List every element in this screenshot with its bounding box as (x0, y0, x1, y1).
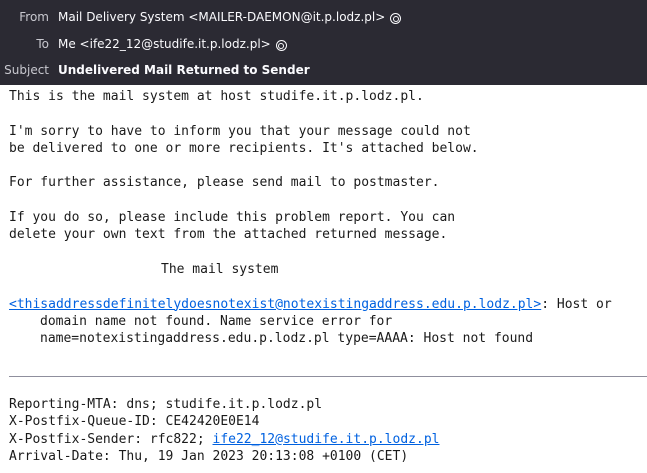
sender-prefix: X-Postfix-Sender: rfc822; (9, 431, 213, 447)
subject-row: Subject Undelivered Mail Returned to Sen… (0, 57, 647, 83)
message-body: This is the mail system at host studife.… (9, 88, 645, 347)
from-value[interactable]: Mail Delivery System <MAILER-DAEMON@it.p… (58, 10, 402, 25)
subject-value: Undelivered Mail Returned to Sender (58, 63, 310, 77)
arrival-date: Arrival-Date: Thu, 19 Jan 2023 20:13:08 … (9, 448, 409, 464)
signature-line: The mail system (161, 261, 279, 277)
from-label: From (19, 10, 49, 24)
from-address[interactable]: Mail Delivery System <MAILER-DAEMON@it.p… (58, 10, 385, 24)
error-detail-line: domain name not found. Name service erro… (40, 313, 393, 329)
delivery-report: Reporting-MTA: dns; studife.it.p.lodz.pl… (9, 396, 645, 465)
to-label: To (36, 37, 49, 51)
sender-link[interactable]: ife22_12@studife.it.p.lodz.pl (213, 432, 440, 447)
subject-label: Subject (4, 63, 49, 77)
error-line: <thisaddressdefinitelydoesnotexist@notex… (9, 296, 645, 313)
contact-icon[interactable] (275, 40, 287, 52)
divider (9, 376, 647, 377)
recipient-link[interactable]: <thisaddressdefinitelydoesnotexist@notex… (9, 297, 541, 312)
reporting-mta: Reporting-MTA: dns; studife.it.p.lodz.pl (9, 397, 323, 412)
message-header: From Mail Delivery System <MAILER-DAEMON… (0, 0, 647, 85)
to-address[interactable]: Me <ife22_12@studife.it.p.lodz.pl> (58, 37, 271, 51)
body-line: be delivered to one or more recipients. … (9, 140, 479, 156)
body-line: If you do so, please include this proble… (9, 210, 456, 226)
body-line: I'm sorry to have to inform you that you… (9, 123, 471, 139)
body-line: For further assistance, please send mail… (9, 175, 440, 191)
to-row: To Me <ife22_12@studife.it.p.lodz.pl> (0, 31, 647, 57)
to-value[interactable]: Me <ife22_12@studife.it.p.lodz.pl> (58, 37, 287, 52)
error-detail-line: name=notexistingaddress.edu.p.lodz.pl ty… (40, 331, 534, 347)
queue-id: X-Postfix-Queue-ID: CE42420E0E14 (9, 414, 260, 430)
postfix-sender: X-Postfix-Sender: rfc822; ife22_12@studi… (9, 431, 645, 448)
body-line: This is the mail system at host studife.… (9, 89, 424, 104)
contact-icon[interactable] (390, 13, 402, 25)
error-tail: : Host or (541, 296, 612, 312)
from-row: From Mail Delivery System <MAILER-DAEMON… (0, 4, 647, 30)
body-line: delete your own text from the attached r… (9, 227, 448, 243)
